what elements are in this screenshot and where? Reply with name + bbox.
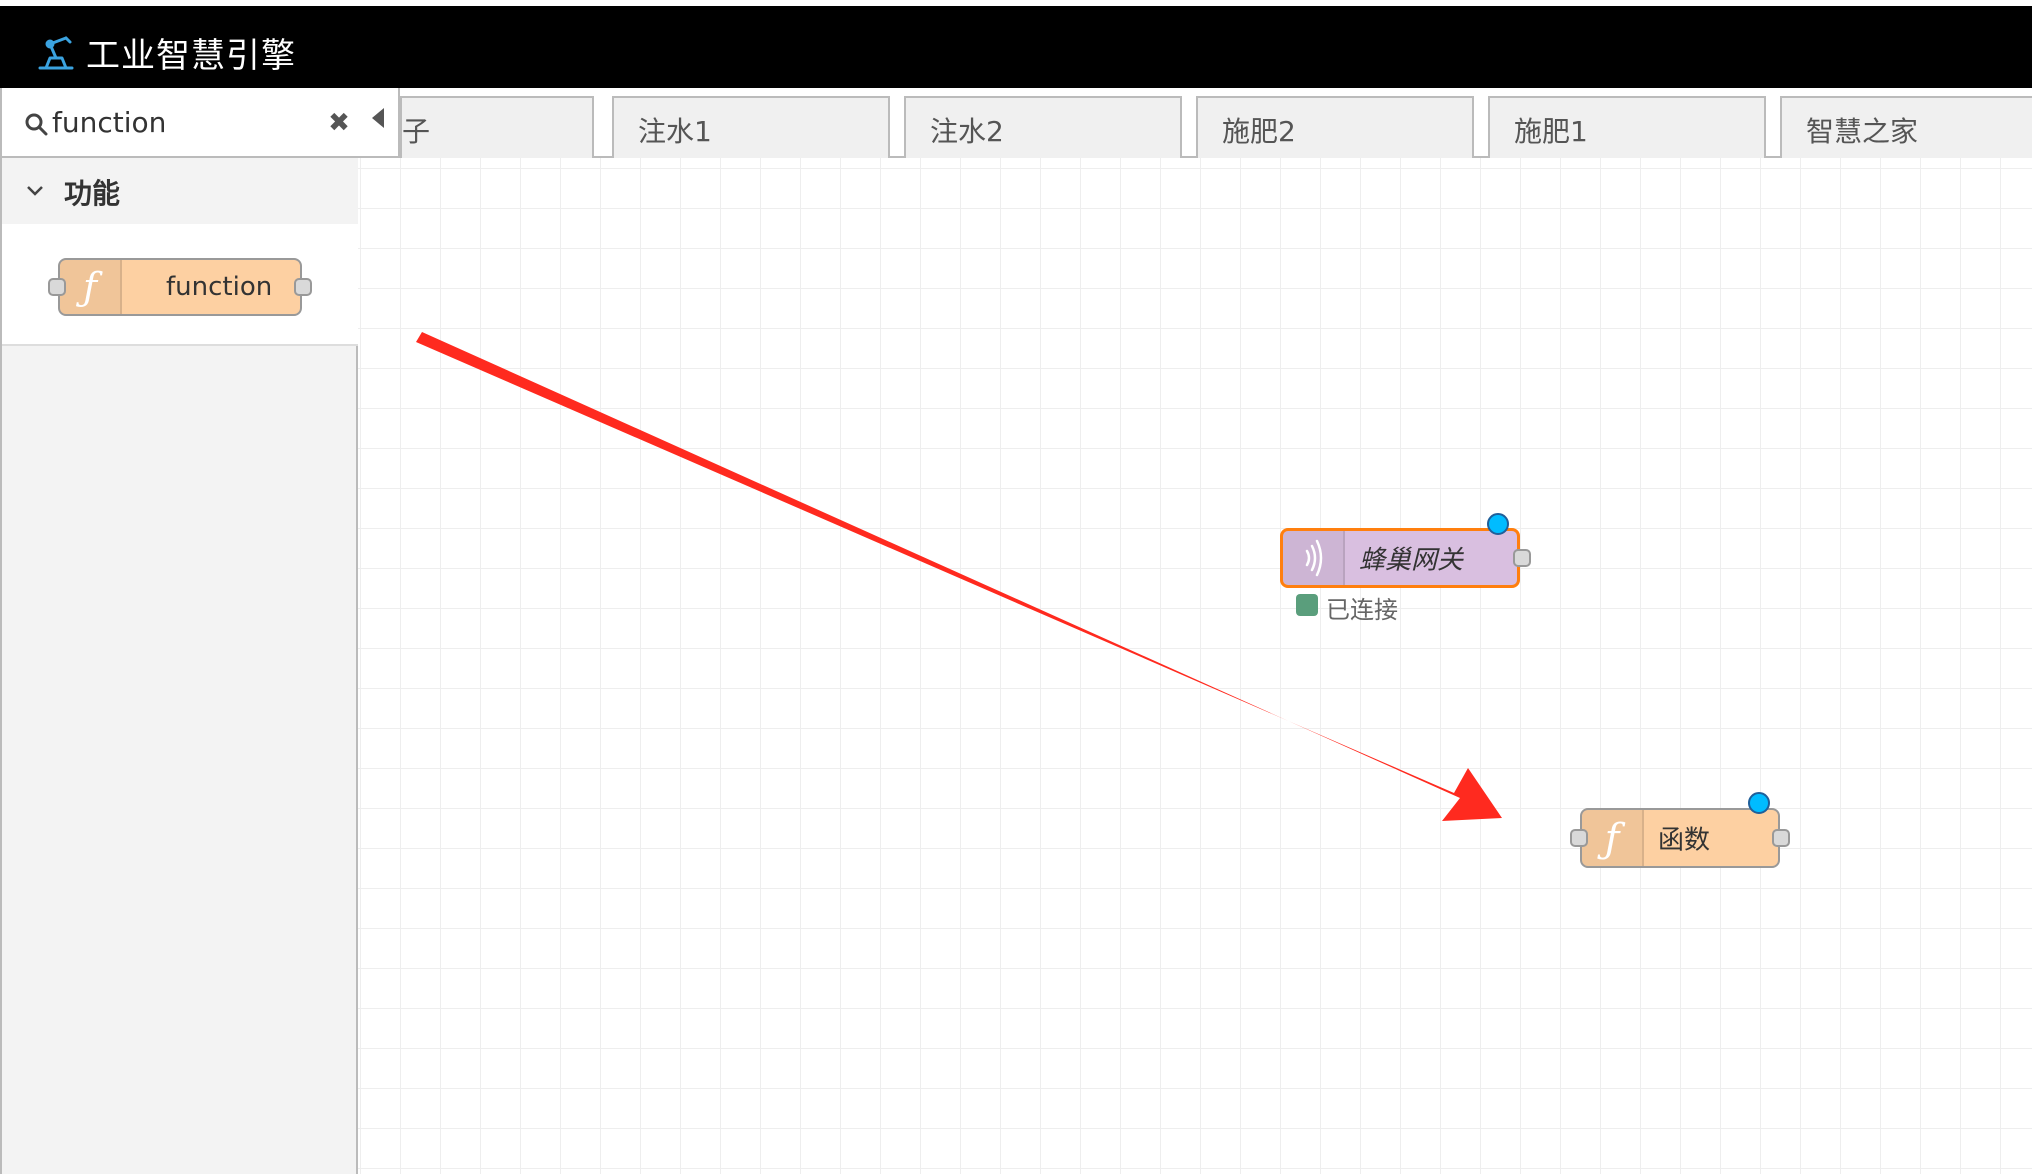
palette-node-function[interactable]: ƒ function [48,258,312,316]
workspace-node-gateway[interactable]: 蜂巢网关 [1280,513,1531,588]
tab-flow-2[interactable]: 注水1 [612,96,890,158]
palette-search-bar: ✖ [2,88,358,158]
app-title: 工业智慧引擎 [86,36,296,76]
caret-left-icon [372,108,384,128]
input-port [48,278,66,296]
tab-label: 子 [402,115,431,148]
tab-label: 施肥1 [1514,115,1588,148]
palette-category-label: 功能 [64,177,121,210]
node-icon-area: ƒ [1582,810,1644,866]
palette-search-input[interactable] [52,100,312,144]
node-icon-area: ƒ [60,260,122,314]
changed-indicator-dot [1748,792,1770,814]
node-status-text: 已连接 [1326,596,1398,624]
output-port[interactable] [1772,829,1790,847]
wireless-signal-icon [1305,539,1323,577]
status-indicator [1296,594,1318,616]
tab-label: 智慧之家 [1806,115,1919,148]
clear-search-icon[interactable]: ✖ [322,106,356,140]
app-header: 工业智慧引擎 [0,0,2032,88]
function-icon: ƒ [76,265,103,309]
flow-workspace[interactable] [358,88,2032,1174]
node-label: function [166,272,273,302]
tab-label: 注水1 [638,115,712,148]
tab-flow-6[interactable]: 智慧之家 [1780,96,2032,158]
node-icon-area [1283,531,1345,585]
robot-arm-icon [38,36,74,70]
tab-scroll-left-button[interactable] [358,88,400,156]
output-port [294,278,312,296]
tab-label: 注水2 [930,115,1004,148]
workspace-node-function[interactable]: ƒ 函数 [1570,792,1790,868]
node-palette: ✖ 功能 ƒ function [0,88,358,1174]
changed-indicator-dot [1487,513,1509,535]
tab-flow-1[interactable]: 子 [400,96,594,158]
chevron-down-icon [27,186,43,196]
palette-category-body: ƒ function [2,224,358,346]
function-icon: ƒ [1597,816,1626,862]
node-label: 函数 [1658,825,1711,856]
svg-text:ƒ: ƒ [1597,816,1626,862]
tab-label: 施肥2 [1222,115,1296,148]
search-icon [25,113,48,136]
node-label: 蜂巢网关 [1359,545,1464,576]
tab-flow-4[interactable]: 施肥2 [1196,96,1474,158]
input-port[interactable] [1570,829,1588,847]
palette-category-header[interactable]: 功能 [2,158,358,224]
tab-flow-5[interactable]: 施肥1 [1488,96,1766,158]
flow-tab-bar: 子 注水1 注水2 施肥2 施肥1 智慧之家 [358,88,2032,158]
svg-text:ƒ: ƒ [76,265,103,309]
output-port[interactable] [1513,549,1531,567]
tab-flow-3[interactable]: 注水2 [904,96,1182,158]
